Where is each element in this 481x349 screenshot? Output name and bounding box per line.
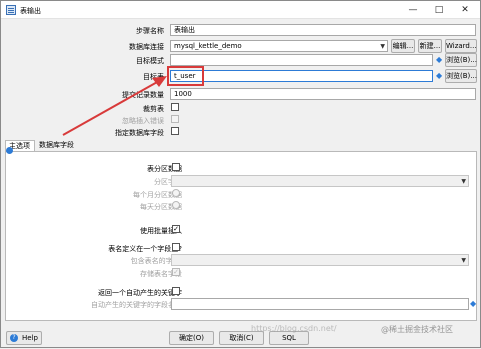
commit-size-label: 提交记录数量 <box>122 91 164 99</box>
info-icon <box>6 147 13 154</box>
tablename-in-field-checkbox[interactable] <box>172 243 180 251</box>
sql-button[interactable]: SQL <box>269 331 309 345</box>
target-table-input[interactable]: t_user <box>170 70 433 82</box>
tablename-in-field-label: 表名定义在一个字段里? <box>108 245 182 253</box>
close-button[interactable]: ✕ <box>452 1 478 19</box>
ok-button[interactable]: 确定(O) <box>169 331 214 345</box>
ignore-errors-label: 忽略插入错误 <box>122 117 164 125</box>
variable-icon: ◆ <box>436 55 443 64</box>
daily-partition-radio[interactable] <box>172 201 180 209</box>
cancel-button[interactable]: 取消(C) <box>219 331 264 345</box>
ignore-errors-checkbox[interactable] <box>171 115 179 123</box>
watermark-url: https://blog.csdn.net/ <box>251 324 337 333</box>
db-connection-label: 数据库连接 <box>129 43 164 51</box>
maximize-button[interactable]: □ <box>426 1 452 19</box>
chevron-down-icon: ▼ <box>461 178 466 185</box>
browse-schema-button[interactable]: 浏览(B)... <box>445 53 477 67</box>
tab-panel: 表分区数据 分区字段 ▼ 每个月分区数据 每天分区数据 使用批量插入 ✓ 表名定… <box>5 151 477 321</box>
browse-table-button[interactable]: 浏览(B)... <box>445 69 477 83</box>
chevron-down-icon: ▼ <box>461 257 466 264</box>
table-output-icon <box>6 5 16 15</box>
watermark-brand: @稀土掘金技术社区 <box>381 325 453 334</box>
truncate-label: 裁剪表 <box>143 105 164 113</box>
store-tablename-checkbox[interactable]: ✓ <box>172 268 180 276</box>
target-schema-label: 目标模式 <box>136 57 164 65</box>
monthly-partition-radio[interactable] <box>172 189 180 197</box>
return-key-checkbox[interactable] <box>172 287 180 295</box>
chevron-down-icon: ▼ <box>380 43 385 50</box>
key-field-label: 自动产生的关键字的字段名称 <box>91 301 182 309</box>
variable-icon: ◆ <box>470 299 477 308</box>
key-field-input[interactable] <box>171 298 469 310</box>
variable-icon: ◆ <box>436 71 443 80</box>
commit-size-input[interactable]: 1000 <box>170 88 476 100</box>
tablename-field-select[interactable]: ▼ <box>171 254 469 266</box>
step-name-input[interactable]: 表输出 <box>170 24 476 36</box>
dialog-window: 表输出 — □ ✕ 步骤名称 表输出 数据库连接 mysql_kettle_de… <box>0 0 481 348</box>
window-title: 表输出 <box>20 7 41 15</box>
wizard-button[interactable]: Wizard... <box>445 39 477 53</box>
target-schema-input[interactable] <box>170 54 433 66</box>
batch-insert-checkbox[interactable]: ✓ <box>172 225 180 233</box>
target-table-label: 目标表 <box>143 73 164 81</box>
db-connection-select[interactable]: mysql_kettle_demo ▼ <box>170 40 388 52</box>
edit-connection-button[interactable]: 编辑... <box>391 39 415 53</box>
minimize-button[interactable]: — <box>400 1 426 19</box>
db-connection-value: mysql_kettle_demo <box>174 42 242 50</box>
new-connection-button[interactable]: 新建... <box>418 39 442 53</box>
title-bar: 表输出 — □ ✕ <box>1 1 480 19</box>
help-button[interactable]: ? Help <box>6 331 42 345</box>
truncate-checkbox[interactable] <box>171 103 179 111</box>
step-name-label: 步骤名称 <box>136 27 164 35</box>
return-key-label: 返回一个自动产生的关键字 <box>98 289 182 297</box>
partition-field-select[interactable]: ▼ <box>171 175 469 187</box>
help-label: Help <box>22 334 38 342</box>
specify-fields-label: 指定数据库字段 <box>115 129 164 137</box>
specify-fields-checkbox[interactable] <box>171 127 179 135</box>
partition-checkbox[interactable] <box>172 163 180 171</box>
question-icon: ? <box>10 334 18 342</box>
